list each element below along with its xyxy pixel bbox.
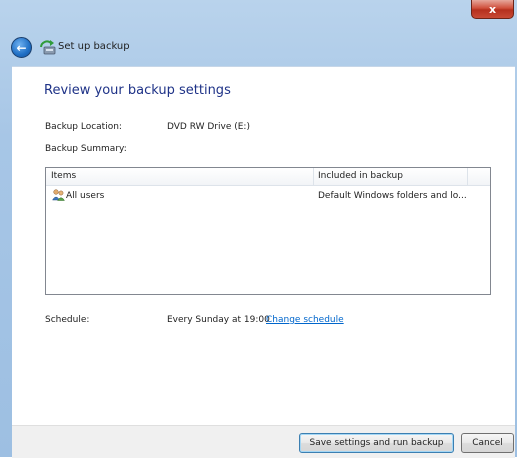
back-arrow-icon: ← (16, 40, 27, 55)
column-divider[interactable] (313, 168, 314, 185)
column-header-items[interactable]: Items (51, 171, 76, 181)
users-icon (52, 189, 65, 201)
column-divider[interactable] (467, 168, 468, 185)
backup-summary-list[interactable]: Items Included in backup All users Defau… (45, 167, 491, 295)
column-header-included[interactable]: Included in backup (318, 171, 403, 181)
wizard-footer: Save settings and run backup Cancel (12, 425, 515, 458)
back-button[interactable]: ← (11, 37, 32, 58)
backup-summary-label: Backup Summary: (45, 144, 127, 154)
backup-icon (40, 40, 56, 55)
close-icon: x (488, 2, 497, 16)
cancel-button[interactable]: Cancel (461, 433, 514, 453)
backup-location-value: DVD RW Drive (E:) (167, 122, 250, 132)
list-item-included: Default Windows folders and lo... (318, 191, 467, 201)
backup-location-label: Backup Location: (45, 122, 122, 132)
schedule-label: Schedule: (45, 315, 90, 325)
list-header: Items Included in backup (46, 168, 490, 186)
save-and-run-button[interactable]: Save settings and run backup (299, 433, 454, 453)
schedule-value: Every Sunday at 19:00 (167, 315, 270, 325)
close-button[interactable]: x (471, 0, 514, 19)
wizard-content: Review your backup settings Backup Locat… (12, 66, 515, 426)
window-title: Set up backup (58, 41, 130, 52)
change-schedule-link[interactable]: Change schedule (266, 315, 344, 325)
backup-wizard-window: x ← Set up backup Review your backup set… (0, 0, 517, 458)
page-heading: Review your backup settings (44, 83, 231, 98)
list-item-label: All users (66, 191, 105, 201)
